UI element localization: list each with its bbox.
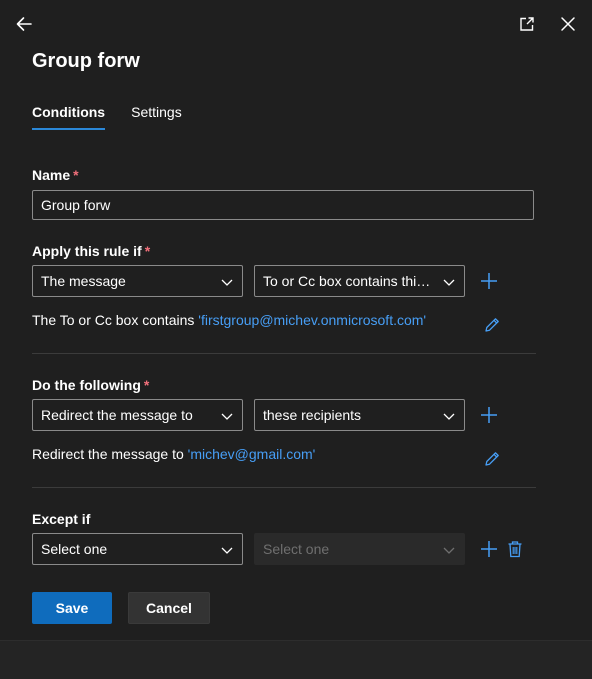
chevron-down-icon [221,279,233,286]
edit-action-button[interactable] [481,448,503,470]
predicate-dropdown[interactable]: To or Cc box contains this ... [254,265,465,297]
predicate-dropdown-value: To or Cc box contains this ... [263,273,434,289]
name-input[interactable] [32,190,534,220]
arrow-left-icon [16,17,32,31]
do-following-label: Do the following * [32,377,149,393]
pencil-icon [485,452,499,466]
required-marker: * [143,377,150,393]
tab-bar: Conditions Settings [32,104,208,130]
exception-value-dropdown-value: Select one [263,541,330,557]
condition-summary: The To or Cc box contains 'firstgroup@mi… [32,312,426,328]
exception-dropdown-value: Select one [41,541,108,557]
required-marker: * [144,243,151,259]
action-dropdown-value: Redirect the message to [41,407,193,423]
target-dropdown[interactable]: these recipients [254,399,465,431]
open-in-new-window-icon [520,17,534,31]
name-label-text: Name [32,167,71,183]
condition-dropdown-value: The message [41,273,126,289]
required-marker: * [73,167,79,183]
cancel-button[interactable]: Cancel [128,592,210,624]
condition-summary-text: The To or Cc box contains [32,312,199,328]
action-summary-text: Redirect the message to [32,446,188,462]
chevron-down-icon [221,413,233,420]
pencil-icon [485,318,499,332]
page-title: Group forw [32,50,140,72]
do-following-label-text: Do the following [32,377,141,393]
apply-rule-label: Apply this rule if * [32,243,150,259]
condition-summary-link[interactable]: 'firstgroup@michev.onmicrosoft.com' [198,312,426,328]
chevron-down-icon [443,279,455,286]
plus-icon [481,541,497,557]
trash-icon [508,541,522,558]
chevron-down-icon [221,547,233,554]
exception-dropdown[interactable]: Select one [32,533,243,565]
action-summary: Redirect the message to 'michev@gmail.co… [32,446,315,462]
name-label: Name * [32,167,79,183]
plus-icon [481,407,497,423]
tab-settings[interactable]: Settings [131,104,182,130]
exception-value-dropdown: Select one [254,533,465,565]
section-divider [32,487,536,488]
close-button[interactable] [557,13,579,35]
action-dropdown[interactable]: Redirect the message to [32,399,243,431]
tab-conditions[interactable]: Conditions [23,104,106,130]
condition-dropdown[interactable]: The message [32,265,243,297]
section-divider [32,353,536,354]
plus-icon [481,273,497,289]
edit-condition-button[interactable] [481,314,503,336]
target-dropdown-value: these recipients [263,407,362,423]
panel-footer [0,640,592,679]
except-if-label: Except if [32,511,91,527]
add-action-button[interactable] [478,404,500,426]
apply-rule-label-text: Apply this rule if [32,243,142,259]
chevron-down-icon [443,413,455,420]
chevron-down-icon [443,547,455,554]
back-button[interactable] [12,12,36,36]
add-condition-button[interactable] [478,270,500,292]
popout-button[interactable] [516,13,538,35]
rule-editor-panel: Group forw Conditions Settings Name* App… [0,0,592,640]
action-summary-link[interactable]: 'michev@gmail.com' [188,446,316,462]
save-button[interactable]: Save [32,592,112,624]
add-exception-button[interactable] [478,538,500,560]
delete-exception-button[interactable] [504,538,526,560]
close-icon [561,17,575,31]
